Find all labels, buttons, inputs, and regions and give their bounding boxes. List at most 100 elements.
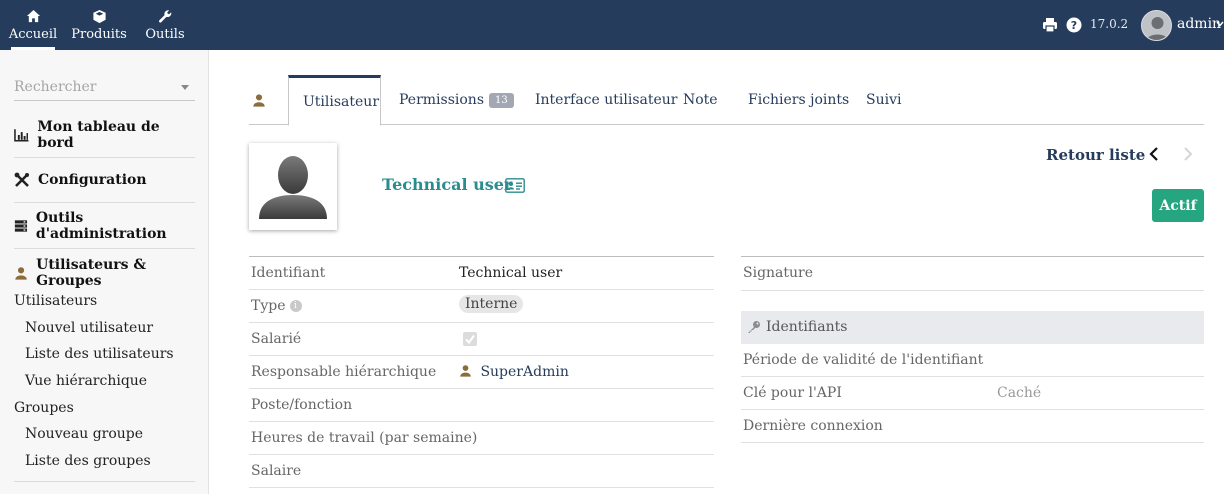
key-icon <box>748 321 760 333</box>
version-label: 17.0.2 <box>1090 17 1129 31</box>
sidebar-item-user-list[interactable]: Liste des utilisateurs <box>25 346 174 362</box>
print-icon[interactable] <box>1042 17 1058 33</box>
field-row-salaire: Salaire <box>249 455 714 488</box>
search-placeholder: Rechercher <box>14 79 97 95</box>
svg-text:?: ? <box>1071 19 1077 32</box>
field-row-responsable: Responsable hiérarchique SuperAdmin <box>249 356 714 389</box>
user-icon <box>460 365 471 377</box>
tab-utilisateur[interactable]: Utilisateur <box>288 75 381 126</box>
manager-link[interactable]: SuperAdmin <box>480 364 568 380</box>
tab-label: Suivi <box>866 92 902 108</box>
field-label: Période de validité de l'identifiant <box>743 352 984 368</box>
user-name[interactable]: admin <box>1177 16 1221 32</box>
field-label: Poste/fonction <box>251 397 353 413</box>
info-icon[interactable]: i <box>289 300 302 312</box>
person-silhouette-icon <box>259 156 327 219</box>
sidebar-section-admin-tools[interactable]: Outils d'administration <box>14 204 195 249</box>
menu-produits-label: Produits <box>71 27 127 42</box>
field-value-pill-wrap: Interne <box>459 295 524 313</box>
check-icon <box>465 334 475 345</box>
user-display-name: Technical user <box>382 175 513 194</box>
sidebar-item-groupes[interactable]: Groupes <box>14 400 74 416</box>
identifiants-section-header: Identifiants <box>741 311 1204 344</box>
field-label: Responsable hiérarchique <box>251 364 437 380</box>
user-icon <box>253 94 265 107</box>
sidebar-section-dashboard[interactable]: Mon tableau de bord <box>14 113 195 158</box>
sidebar-item-group-list[interactable]: Liste des groupes <box>25 453 151 469</box>
field-value-link-wrap: SuperAdmin <box>459 364 569 380</box>
cube-icon <box>92 9 106 24</box>
chevron-right-icon <box>1184 147 1193 161</box>
field-row-validity: Période de validité de l'identifiant <box>741 344 1204 377</box>
tab-bar: Utilisateur Permissions 13 Interface uti… <box>249 75 1204 126</box>
top-navbar: Accueil Produits Outils ? 17.0.2 admin <box>0 0 1224 50</box>
user-icon <box>15 266 27 280</box>
field-label: Clé pour l'API <box>743 385 842 401</box>
field-label: Heures de travail (par semaine) <box>251 430 478 446</box>
help-icon[interactable]: ? <box>1066 17 1082 33</box>
chart-icon <box>14 129 29 142</box>
sidebar-section-label: Outils d'administration <box>35 210 167 242</box>
tab-suivi[interactable]: Suivi <box>852 75 915 125</box>
field-row-api-key: Clé pour l'API Caché <box>741 377 1204 410</box>
home-icon <box>26 9 40 23</box>
field-label-with-info: Type i <box>251 298 302 314</box>
field-label: Type <box>251 298 286 314</box>
type-pill: Interne <box>459 295 524 313</box>
vcard-icon[interactable] <box>505 178 525 193</box>
salarie-checkbox[interactable] <box>463 332 477 346</box>
menu-outils-label: Outils <box>145 27 185 42</box>
menu-accueil[interactable]: Accueil <box>8 0 58 50</box>
sidebar-divider <box>14 481 195 482</box>
menu-produits[interactable]: Produits <box>71 0 127 50</box>
avatar-icon <box>1146 17 1169 40</box>
tab-label: Interface utilisateur <box>535 92 678 108</box>
field-row-poste: Poste/fonction <box>249 389 714 422</box>
field-row-signature: Signature <box>741 257 1204 291</box>
section-title: Identifiants <box>766 319 848 335</box>
sidebar-section-label: Utilisateurs & Groupes <box>36 256 147 289</box>
tab-label: Fichiers joints <box>748 92 850 108</box>
tab-note[interactable]: Note <box>669 75 732 125</box>
tab-label: Permissions <box>399 92 484 108</box>
server-icon <box>14 220 28 232</box>
field-row-heures: Heures de travail (par semaine) <box>249 422 714 455</box>
chevron-down-icon[interactable] <box>1216 20 1224 28</box>
field-label: Salaire <box>251 463 302 479</box>
tab-user-icon[interactable] <box>249 75 274 125</box>
field-row-identifiant: Identifiant Technical user <box>249 257 714 290</box>
field-row-type: Type i Interne <box>249 290 714 323</box>
chevron-left-icon[interactable] <box>1148 147 1160 161</box>
tab-permissions[interactable]: Permissions 13 <box>385 75 528 125</box>
field-label: Identifiant <box>251 265 326 281</box>
field-label: Salarié <box>251 331 302 347</box>
sidebar-section-users-groups[interactable]: Utilisateurs & Groupes <box>14 250 195 295</box>
sidebar-item-new-user[interactable]: Nouvel utilisateur <box>25 320 153 336</box>
wrench-icon <box>158 10 171 23</box>
sidebar-item-utilisateurs[interactable]: Utilisateurs <box>14 293 97 309</box>
field-label: Signature <box>743 265 814 281</box>
tab-label: Utilisateur <box>303 93 380 110</box>
field-row-salarie: Salarié <box>249 323 714 356</box>
tab-attachments[interactable]: Fichiers joints <box>734 75 863 125</box>
menu-accueil-label: Accueil <box>8 27 58 42</box>
field-value: Caché <box>997 385 1042 401</box>
sidebar-section-label: Configuration <box>38 172 147 188</box>
sidebar-section-label: Mon tableau de bord <box>37 119 160 151</box>
sidebar-item-hierarchy[interactable]: Vue hiérarchique <box>25 373 147 389</box>
tab-label: Note <box>683 92 718 108</box>
sidebar-item-new-group[interactable]: Nouveau groupe <box>25 426 143 442</box>
permissions-count-badge: 13 <box>489 92 514 108</box>
tab-interface[interactable]: Interface utilisateur <box>521 75 691 125</box>
tools-icon <box>14 172 29 187</box>
user-avatar[interactable] <box>1141 10 1172 41</box>
field-row-last-login: Dernière connexion <box>741 410 1204 443</box>
back-to-list-link[interactable]: Retour liste <box>1046 146 1145 164</box>
user-photo[interactable] <box>249 143 337 230</box>
search-select[interactable]: Rechercher <box>14 77 195 101</box>
sidebar-section-configuration[interactable]: Configuration <box>14 158 195 203</box>
caret-down-icon <box>181 85 189 90</box>
status-badge[interactable]: Actif <box>1152 189 1204 222</box>
field-label: Dernière connexion <box>743 418 883 434</box>
menu-outils[interactable]: Outils <box>145 0 185 50</box>
